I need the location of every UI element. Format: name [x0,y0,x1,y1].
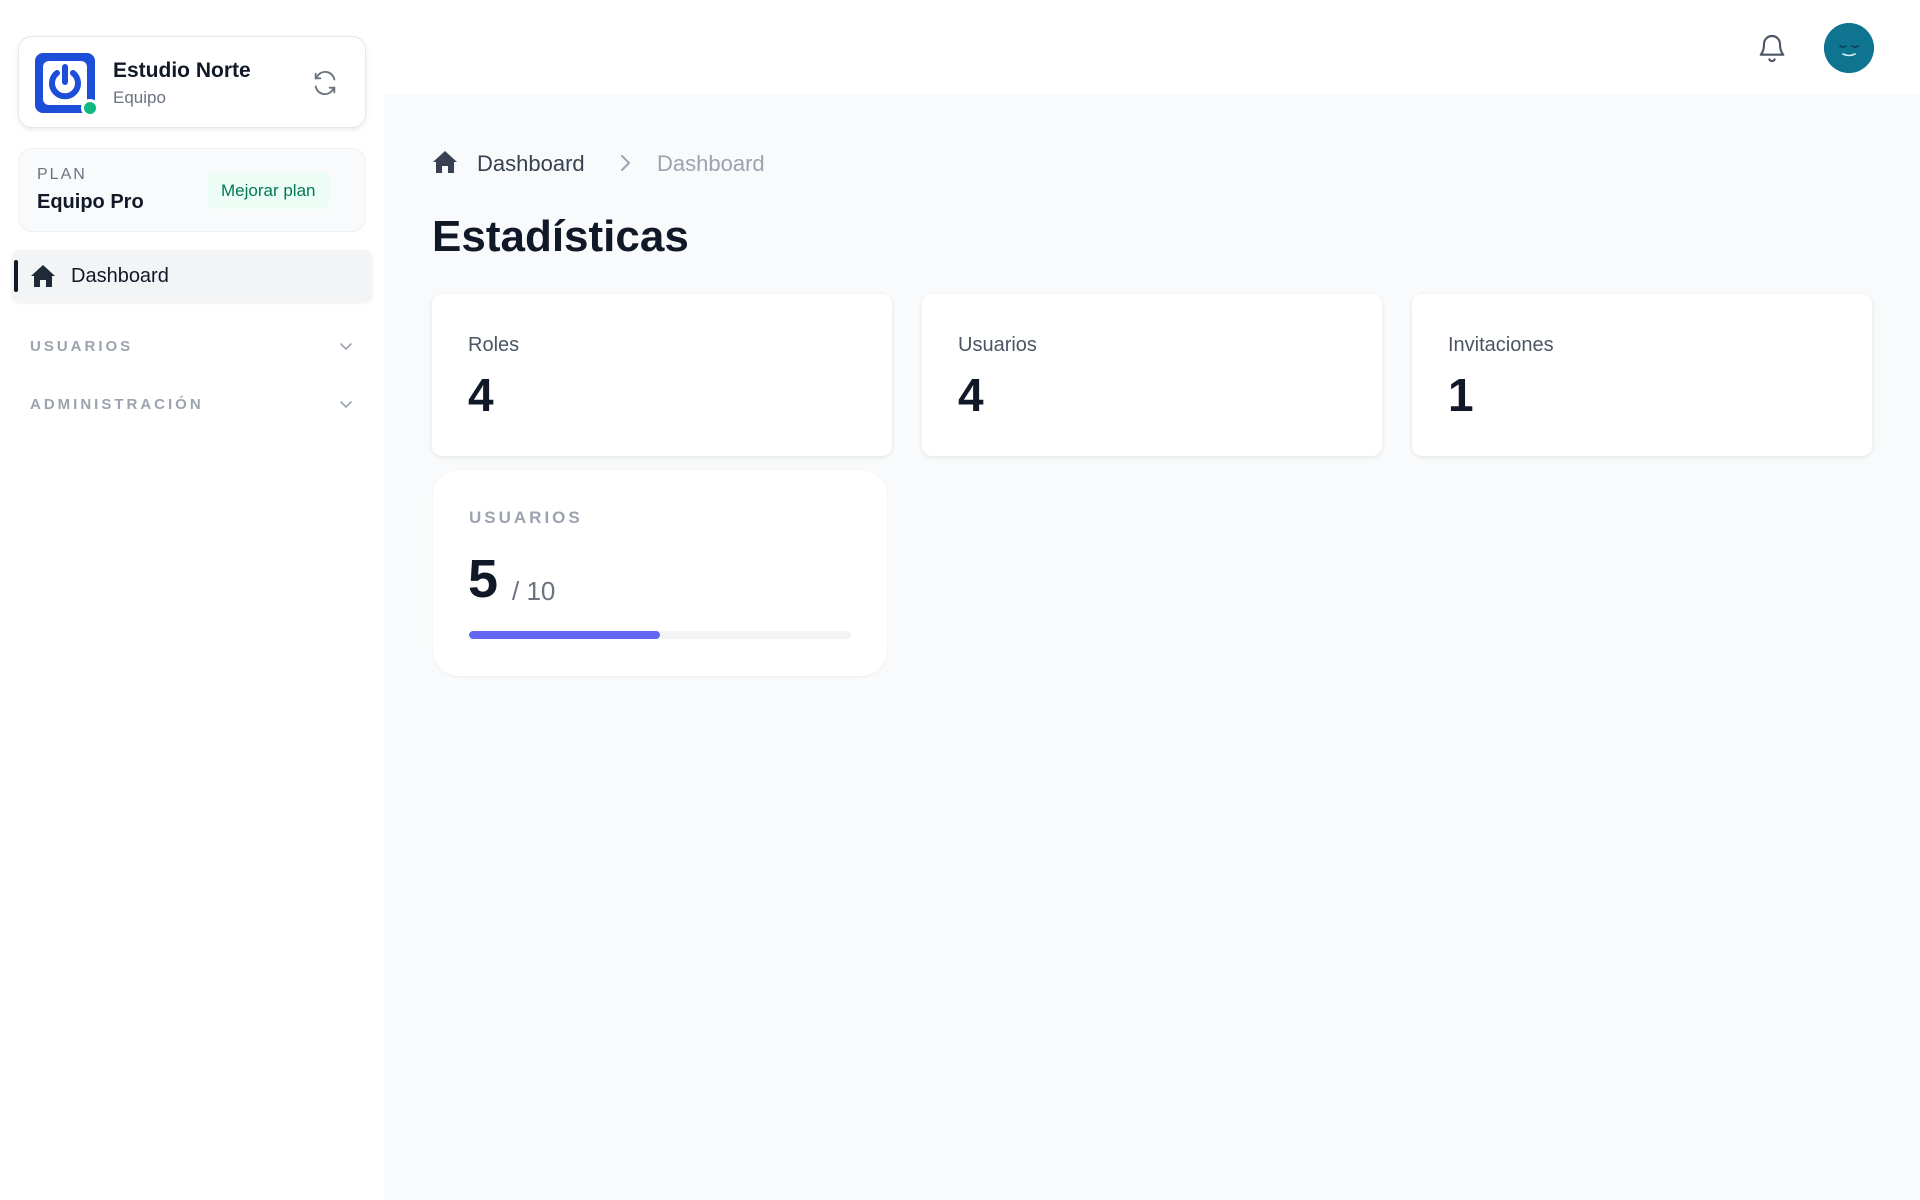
chevron-down-icon [338,396,354,417]
upgrade-plan-button[interactable]: Mejorar plan [207,173,330,209]
organization-name: Estudio Norte [113,59,251,82]
switch-organization-button[interactable] [309,67,341,99]
stat-value: 4 [958,369,984,421]
sidebar-section-usuarios[interactable]: USUARIOS [30,332,354,362]
usage-max-value: / 10 [512,576,556,606]
stat-card-roles: Roles 4 [432,294,892,456]
chevron-down-icon [338,338,354,359]
usage-progress-bar [469,631,851,639]
stat-card-invitaciones: Invitaciones 1 [1412,294,1872,456]
stat-label: Invitaciones [1448,334,1554,356]
sidebar: Estudio Norte Equipo PLAN Equipo Pro Mej… [0,0,384,1200]
online-status-dot [81,99,99,117]
main-content: Dashboard Dashboard Estadísticas Roles 4… [384,94,1920,1200]
home-icon[interactable] [432,150,458,179]
stat-value: 1 [1448,369,1474,421]
sidebar-item-label: Dashboard [71,265,169,287]
chevron-right-icon [618,154,632,177]
usage-current-value: 5 [468,549,499,609]
bell-icon[interactable] [1756,30,1788,71]
sidebar-section-label: ADMINISTRACIÓN [30,396,204,413]
page-title: Estadísticas [432,212,689,261]
organization-switcher[interactable]: Estudio Norte Equipo [18,36,366,128]
plan-card: PLAN Equipo Pro Mejorar plan [18,148,366,232]
active-indicator [14,260,18,292]
sidebar-section-label: USUARIOS [30,338,134,355]
stat-label: Usuarios [958,334,1037,356]
plan-label: PLAN [37,166,87,183]
usage-progress-fill [469,631,660,639]
sidebar-section-administracion[interactable]: ADMINISTRACIÓN [30,390,354,420]
top-bar [384,0,1920,94]
breadcrumb-link[interactable]: Dashboard [477,151,585,177]
avatar-face-icon [1824,23,1874,73]
sidebar-item-dashboard[interactable]: Dashboard [12,250,372,302]
usage-label: USUARIOS [469,508,583,527]
power-logo-icon [43,61,87,105]
stat-label: Roles [468,334,520,356]
usage-card-usuarios: USUARIOS 5 / 10 [433,470,887,676]
plan-name: Equipo Pro [37,191,144,213]
refresh-icon [314,70,336,96]
stat-value: 4 [468,369,494,421]
organization-type: Equipo [113,88,166,107]
user-avatar[interactable] [1824,23,1874,73]
home-icon [30,264,56,293]
breadcrumb-current: Dashboard [657,151,765,176]
stat-card-usuarios: Usuarios 4 [922,294,1382,456]
